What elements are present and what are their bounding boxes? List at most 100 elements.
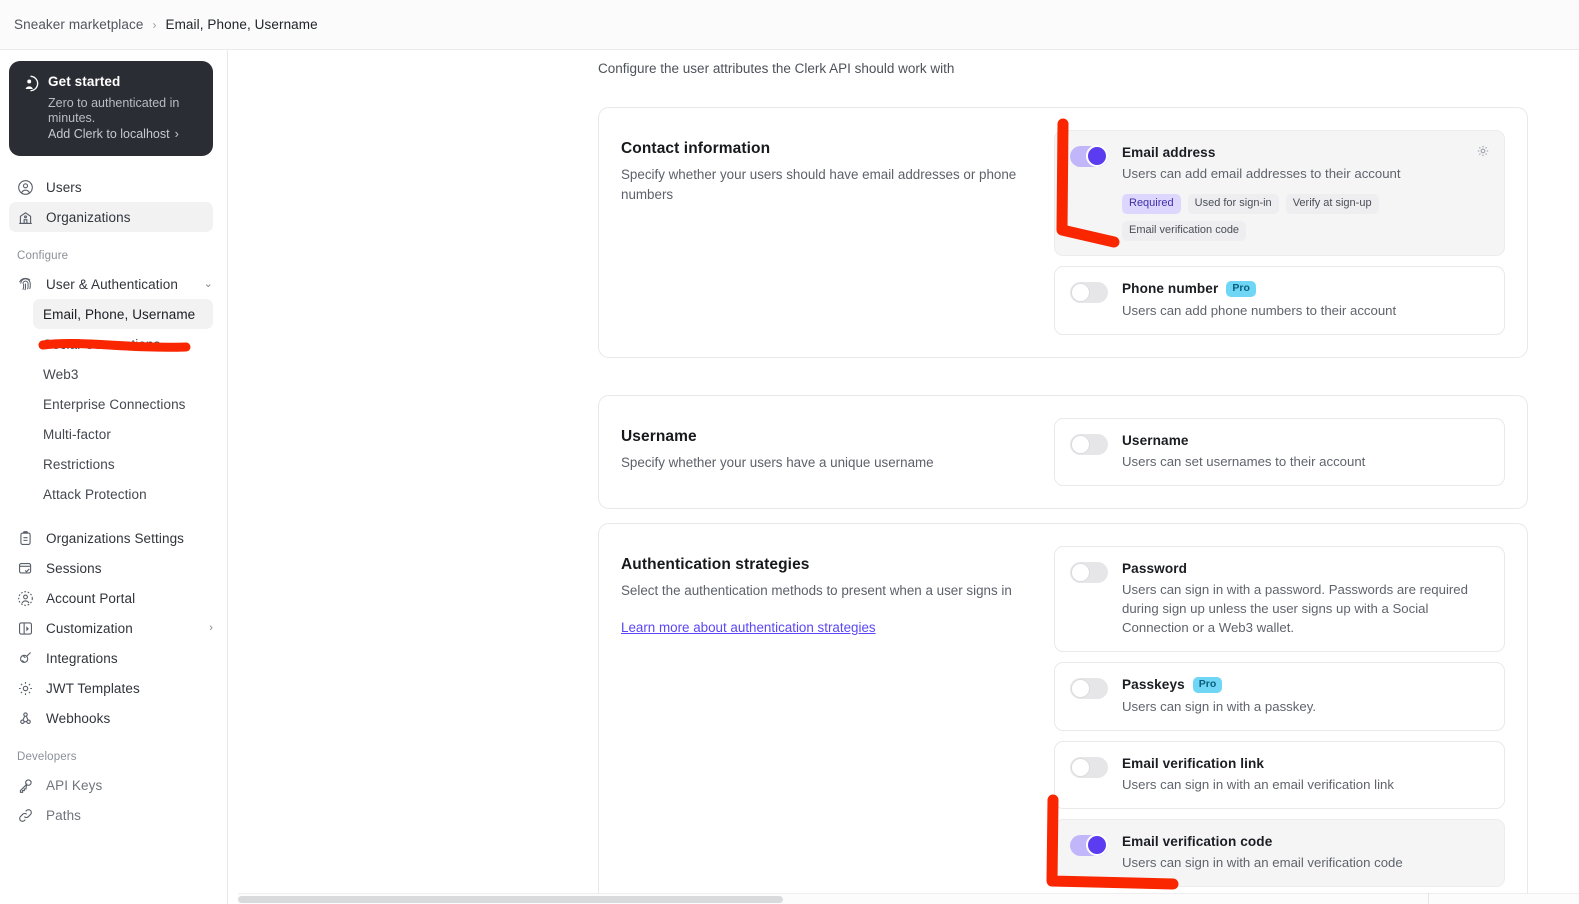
toggle-knob bbox=[1071, 563, 1090, 582]
option-body: Password Users can sign in with a passwor… bbox=[1122, 561, 1490, 637]
sidebar-subitem-restrictions[interactable]: Restrictions bbox=[33, 449, 213, 479]
chevron-right-icon[interactable]: › bbox=[209, 622, 213, 634]
breadcrumb-current[interactable]: Email, Phone, Username bbox=[165, 17, 317, 32]
option-description: Users can add email addresses to their a… bbox=[1122, 166, 1401, 181]
card-title: Contact information bbox=[621, 140, 771, 157]
option-row-email-verification-link[interactable]: Email verification link Users can sign in… bbox=[1054, 740, 1505, 809]
get-started-link-label: Add Clerk to localhost bbox=[48, 127, 170, 141]
sidebar-item-account-portal[interactable]: Account Portal bbox=[9, 583, 213, 613]
sidebar-item-label: Organizations bbox=[46, 209, 131, 225]
sessions-icon bbox=[17, 560, 34, 577]
main-horizontal-scrollbar-track[interactable] bbox=[238, 893, 1579, 904]
toggle-username[interactable] bbox=[1070, 434, 1108, 455]
option-title-row: Username bbox=[1122, 433, 1490, 448]
sidebar-section-label-developers: Developers bbox=[17, 751, 77, 763]
get-started-title: Get started bbox=[48, 74, 121, 89]
option-label: Email verification code bbox=[1122, 833, 1273, 849]
toggle-password[interactable] bbox=[1070, 562, 1108, 583]
sidebar-section-label-configure: Configure bbox=[17, 250, 69, 262]
sidebar-scrollbar-track[interactable] bbox=[226, 50, 227, 904]
sidebar-item-label: Customization bbox=[46, 620, 133, 636]
toggle-email-verification-code[interactable] bbox=[1070, 833, 1108, 856]
settings-card-authentication-strategies: Authentication strategies Select the auth… bbox=[598, 523, 1528, 904]
sidebar-subitem-attack-protection[interactable]: Attack Protection bbox=[33, 479, 213, 509]
breadcrumb-app[interactable]: Sneaker marketplace bbox=[14, 17, 143, 32]
clipboard-icon bbox=[17, 530, 34, 547]
settings-gear-icon[interactable] bbox=[1476, 144, 1490, 158]
sidebar-subitem-label: Multi-factor bbox=[43, 426, 111, 442]
option-description: Users can sign in with a password. Passw… bbox=[1122, 582, 1468, 635]
scrollbar-divider bbox=[1428, 893, 1429, 904]
option-label: Username bbox=[1122, 433, 1189, 448]
toggle-email-address[interactable] bbox=[1070, 145, 1108, 167]
option-title-row: Email verification link bbox=[1122, 756, 1490, 771]
pro-badge: Pro bbox=[1192, 677, 1223, 693]
option-row-password[interactable]: Password Users can sign in with a passwor… bbox=[1054, 546, 1505, 652]
get-started-link[interactable]: Add Clerk to localhost › bbox=[48, 127, 199, 141]
pro-badge: Pro bbox=[1226, 281, 1256, 297]
option-label: Passkeys bbox=[1122, 677, 1185, 693]
option-body: Phone number Pro Users can add phone numbe… bbox=[1122, 281, 1490, 320]
sidebar-item-integrations[interactable]: Integrations bbox=[9, 643, 213, 673]
sidebar: Get started Zero to authenticated in minu… bbox=[0, 50, 228, 904]
user-circle-icon bbox=[22, 75, 39, 92]
main-horizontal-scrollbar-thumb[interactable] bbox=[238, 896, 783, 903]
option-chip[interactable]: Verify at sign-up bbox=[1285, 194, 1379, 214]
sidebar-item-paths[interactable]: Paths bbox=[9, 800, 213, 830]
sidebar-item-label: Users bbox=[46, 179, 82, 195]
toggle-knob bbox=[1086, 833, 1108, 856]
sidebar-subitem-enterprise-connections[interactable]: Enterprise Connections bbox=[33, 389, 213, 419]
option-chip[interactable]: Used for sign-in bbox=[1187, 194, 1279, 214]
sidebar-subitem-email-phone-username[interactable]: Email, Phone, Username bbox=[33, 299, 213, 329]
webhooks-icon bbox=[17, 710, 34, 727]
toggle-passkeys[interactable] bbox=[1070, 678, 1108, 699]
option-chip[interactable]: Email verification code bbox=[1122, 221, 1247, 241]
option-row-passkeys[interactable]: Passkeys Pro Users can sign in with a pass… bbox=[1054, 662, 1505, 731]
fingerprint-icon bbox=[17, 276, 34, 293]
sidebar-group-user-and-authentication[interactable]: User & Authentication ⌄ bbox=[9, 269, 213, 299]
sidebar-item-label: Webhooks bbox=[46, 710, 111, 726]
sidebar-subitem-label: Enterprise Connections bbox=[43, 396, 186, 412]
option-description: Users can sign in with an email verifica… bbox=[1122, 854, 1403, 870]
sidebar-item-sessions[interactable]: Sessions bbox=[9, 553, 213, 583]
option-row-email-address[interactable]: Email address Users can add email address… bbox=[1054, 130, 1505, 256]
toggle-phone-number[interactable] bbox=[1070, 282, 1108, 303]
sidebar-subitem-web3[interactable]: Web3 bbox=[33, 359, 213, 389]
sidebar-subitem-label: Restrictions bbox=[43, 456, 115, 472]
sidebar-item-webhooks[interactable]: Webhooks bbox=[9, 703, 213, 733]
card-left-column: Username Specify whether your users have … bbox=[599, 396, 1054, 508]
toggle-email-verification-link[interactable] bbox=[1070, 756, 1108, 778]
key-icon bbox=[17, 777, 34, 794]
option-row-email-verification-code[interactable]: Email verification code Users can sign in… bbox=[1054, 818, 1505, 887]
card-learn-more-link[interactable]: Learn more about authentication strategi… bbox=[621, 620, 1024, 635]
organizations-icon bbox=[17, 209, 34, 226]
sidebar-subitem-social-connections[interactable]: Social Connections bbox=[33, 329, 213, 359]
chevron-right-icon: › bbox=[174, 127, 179, 141]
option-description: Users can set usernames to their account bbox=[1122, 454, 1366, 469]
option-row-phone-number[interactable]: Phone number Pro Users can add phone numbe… bbox=[1054, 266, 1505, 335]
sidebar-item-api-keys[interactable]: API Keys bbox=[9, 770, 213, 800]
card-description: Specify whether your users have a unique… bbox=[621, 455, 934, 470]
sidebar-item-organizations[interactable]: Organizations bbox=[9, 202, 213, 232]
sidebar-item-customization[interactable]: Customization › bbox=[9, 613, 213, 643]
chevron-down-icon[interactable]: ⌄ bbox=[204, 278, 213, 290]
sidebar-group-label: User & Authentication bbox=[46, 276, 178, 292]
page-intro-text: Configure the user attributes the Clerk … bbox=[598, 61, 955, 76]
sidebar-item-label: Account Portal bbox=[46, 590, 136, 606]
card-title: Username bbox=[621, 428, 697, 445]
toggle-knob bbox=[1071, 283, 1090, 302]
card-description: Specify whether your users should have e… bbox=[621, 167, 1017, 202]
get-started-card[interactable]: Get started Zero to authenticated in minu… bbox=[9, 61, 213, 156]
card-description: Select the authentication methods to pre… bbox=[621, 583, 1012, 598]
option-description: Users can add phone numbers to their acc… bbox=[1122, 302, 1397, 318]
sidebar-item-jwt-templates[interactable]: JWT Templates bbox=[9, 673, 213, 703]
card-right-column: Password Users can sign in with a passwor… bbox=[1054, 524, 1527, 904]
breadcrumb-separator-icon: › bbox=[152, 17, 157, 32]
sidebar-subitem-multi-factor[interactable]: Multi-factor bbox=[33, 419, 213, 449]
option-body: Email address Users can add email address… bbox=[1122, 145, 1490, 241]
option-row-username[interactable]: Username Users can set usernames to their… bbox=[1054, 418, 1505, 486]
sidebar-item-users[interactable]: Users bbox=[9, 172, 213, 202]
option-chip[interactable]: Required bbox=[1122, 194, 1181, 214]
sidebar-item-organizations-settings[interactable]: Organizations Settings bbox=[9, 523, 213, 553]
toggle-knob bbox=[1071, 435, 1090, 454]
